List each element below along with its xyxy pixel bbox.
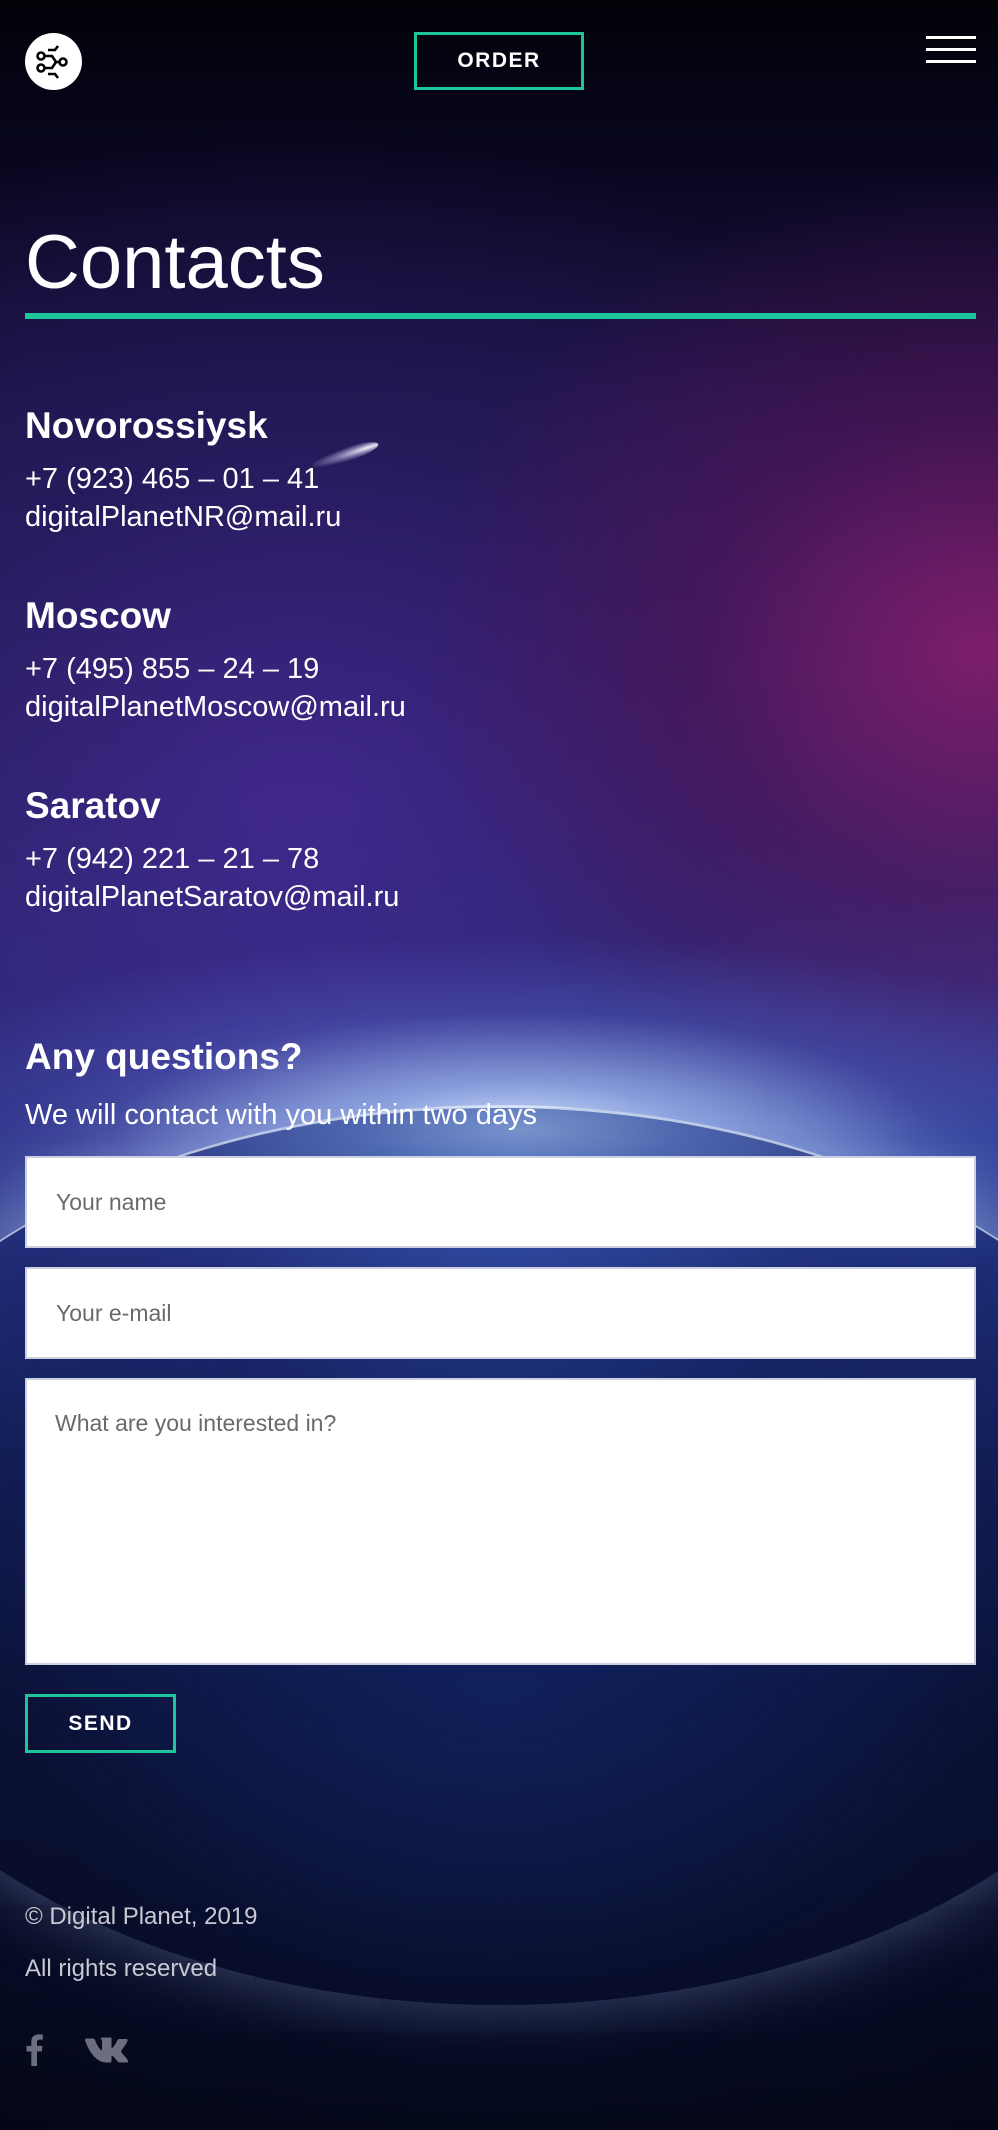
hamburger-menu-icon[interactable] [926, 36, 976, 66]
digital-planet-logo-icon [35, 44, 68, 79]
name-input[interactable] [25, 1156, 976, 1248]
contacts-page: ORDER Contacts Novorossiysk +7 (923) 465… [0, 0, 998, 2130]
header: ORDER [0, 0, 998, 120]
email-input[interactable] [25, 1267, 976, 1359]
office-phone[interactable]: +7 (495) 855 – 24 – 19 [25, 650, 725, 688]
order-button[interactable]: ORDER [414, 32, 584, 90]
office-city: Novorossiysk [25, 405, 268, 446]
vk-icon[interactable] [84, 2030, 130, 2070]
office-email[interactable]: digitalPlanetNR@mail.ru [25, 498, 725, 536]
form-subtitle: We will contact with you within two days [25, 1099, 538, 1131]
page-title: Contacts [25, 220, 325, 305]
menu-bar [926, 60, 976, 63]
facebook-glyph [26, 2034, 43, 2066]
form-title: Any questions? [25, 1036, 303, 1077]
office-city: Moscow [25, 595, 171, 636]
office-moscow: Moscow +7 (495) 855 – 24 – 19 digitalPla… [25, 594, 725, 726]
message-textarea[interactable] [25, 1378, 976, 1665]
rights-text: All rights reserved [25, 1955, 218, 1982]
office-phone[interactable]: +7 (942) 221 – 21 – 78 [25, 840, 725, 878]
office-city: Saratov [25, 785, 161, 826]
office-phone[interactable]: +7 (923) 465 – 01 – 41 [25, 460, 725, 498]
office-email[interactable]: digitalPlanetSaratov@mail.ru [25, 878, 725, 916]
logo-icon[interactable] [25, 33, 82, 90]
office-novorossiysk: Novorossiysk +7 (923) 465 – 01 – 41 digi… [25, 404, 725, 536]
office-email[interactable]: digitalPlanetMoscow@mail.ru [25, 688, 725, 726]
menu-bar [926, 36, 976, 39]
vk-glyph [85, 2037, 129, 2063]
office-saratov: Saratov +7 (942) 221 – 21 – 78 digitalPl… [25, 784, 725, 916]
facebook-icon[interactable] [25, 2030, 43, 2070]
send-button[interactable]: SEND [25, 1694, 176, 1753]
title-underline [25, 313, 976, 319]
menu-bar [926, 48, 976, 51]
copyright-text: © Digital Planet, 2019 [25, 1903, 258, 1930]
